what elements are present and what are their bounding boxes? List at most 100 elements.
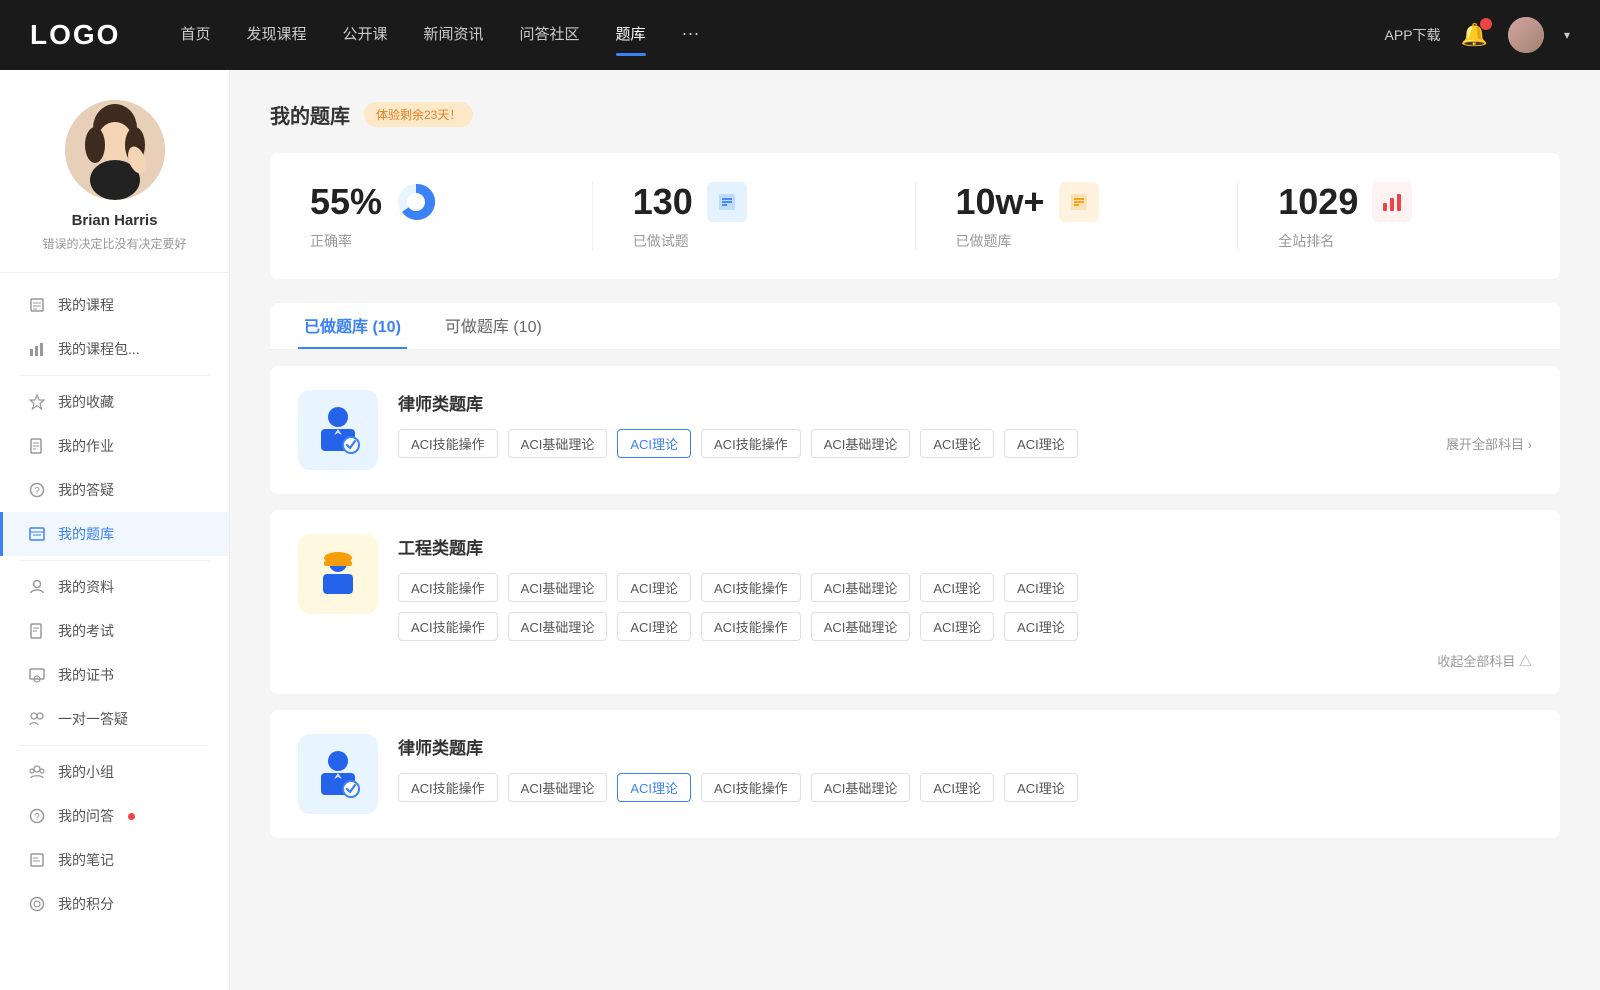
lawyer-bank-icon-2: [298, 734, 378, 814]
user-menu-chevron[interactable]: ▾: [1564, 28, 1570, 42]
stat-done-banks-value-row: 10w+: [956, 181, 1099, 223]
lawyer-tags-row: ACI技能操作 ACI基础理论 ACI理论 ACI技能操作 ACI基础理论 AC…: [398, 429, 1078, 458]
nav-qa[interactable]: 问答社区: [520, 23, 580, 48]
tag-item[interactable]: ACI理论: [1004, 573, 1078, 602]
sidebar-divider-2: [20, 560, 209, 561]
app-download-link[interactable]: APP下载: [1385, 25, 1441, 45]
sidebar-item-myqa[interactable]: ? 我的问答: [0, 794, 229, 838]
tag-item[interactable]: ACI技能操作: [701, 429, 801, 458]
sidebar-item-exam[interactable]: 我的考试: [0, 609, 229, 653]
homework-icon: [28, 437, 46, 455]
tag-item[interactable]: ACI技能操作: [701, 573, 801, 602]
tag-item[interactable]: ACI基础理论: [508, 773, 608, 802]
engineer-tags-row-2: ACI技能操作 ACI基础理论 ACI理论 ACI技能操作 ACI基础理论 AC…: [398, 612, 1532, 641]
tag-item[interactable]: ACI理论: [1004, 773, 1078, 802]
tag-item[interactable]: ACI技能操作: [701, 773, 801, 802]
sidebar-item-course[interactable]: 我的课程: [0, 283, 229, 327]
tag-item[interactable]: ACI理论: [920, 612, 994, 641]
oneone-icon: [28, 710, 46, 728]
notification-badge: [1480, 18, 1492, 30]
tag-item[interactable]: ACI基础理论: [811, 429, 911, 458]
tag-item[interactable]: ACI理论: [617, 612, 691, 641]
tag-item[interactable]: ACI技能操作: [701, 612, 801, 641]
logo[interactable]: LOGO: [30, 19, 120, 51]
tag-item[interactable]: ACI基础理论: [811, 573, 911, 602]
tag-item[interactable]: ACI理论: [1004, 612, 1078, 641]
page-title: 我的题库: [270, 100, 350, 129]
sidebar-item-course-pkg[interactable]: 我的课程包...: [0, 327, 229, 371]
sidebar-item-label: 我的课程包...: [58, 339, 140, 359]
sidebar-item-homework[interactable]: 我的作业: [0, 424, 229, 468]
user-avatar[interactable]: [1508, 17, 1544, 53]
nav-news[interactable]: 新闻资讯: [424, 23, 484, 48]
tag-item[interactable]: ACI理论: [617, 573, 691, 602]
notification-bell[interactable]: 🔔: [1461, 22, 1488, 48]
qbank-card-lawyer-1: 律师类题库 ACI技能操作 ACI基础理论 ACI理论 ACI技能操作 ACI基…: [270, 366, 1560, 494]
sidebar-item-oneone[interactable]: 一对一答疑: [0, 697, 229, 741]
qbank-card-lawyer-2: 律师类题库 ACI技能操作 ACI基础理论 ACI理论 ACI技能操作 ACI基…: [270, 710, 1560, 838]
accuracy-label: 正确率: [310, 231, 352, 251]
tag-item[interactable]: ACI理论: [920, 573, 994, 602]
sidebar-divider: [20, 375, 209, 376]
nav-discover[interactable]: 发现课程: [246, 23, 306, 48]
tag-item[interactable]: ACI基础理论: [508, 573, 608, 602]
tag-item[interactable]: ACI理论: [920, 429, 994, 458]
nav-more[interactable]: ···: [682, 23, 700, 48]
tag-item[interactable]: ACI技能操作: [398, 429, 498, 458]
sidebar-item-qa[interactable]: ? 我的答疑: [0, 468, 229, 512]
sidebar-item-label: 我的积分: [58, 894, 114, 914]
sidebar-item-points[interactable]: 我的积分: [0, 882, 229, 926]
points-icon: [28, 895, 46, 913]
sidebar-item-certificate[interactable]: 我的证书: [0, 653, 229, 697]
tag-item[interactable]: ACI理论: [1004, 429, 1078, 458]
sidebar-profile: Brian Harris 错误的决定比没有决定要好: [0, 100, 229, 273]
sidebar-item-group[interactable]: 我的小组: [0, 750, 229, 794]
sidebar-item-label: 我的作业: [58, 436, 114, 456]
tag-item-active[interactable]: ACI理论: [617, 429, 691, 458]
sidebar-item-profile[interactable]: 我的资料: [0, 565, 229, 609]
sidebar-item-label: 我的考试: [58, 621, 114, 641]
sidebar-item-notes[interactable]: 我的笔记: [0, 838, 229, 882]
stat-accuracy: 55% 正确率: [270, 181, 593, 251]
nav-opencourse[interactable]: 公开课: [342, 23, 387, 48]
lawyer-svg-icon: [311, 403, 365, 457]
tab-available-banks[interactable]: 可做题库 (10): [439, 303, 548, 349]
profile-avatar: [65, 100, 165, 200]
nav-right: APP下载 🔔 ▾: [1385, 17, 1570, 53]
sidebar: Brian Harris 错误的决定比没有决定要好 我的课程 我的课程包...: [0, 70, 230, 990]
rank-value: 1029: [1278, 181, 1358, 223]
tag-item[interactable]: ACI基础理论: [508, 612, 608, 641]
trial-badge: 体验剩余23天！: [364, 102, 473, 127]
tag-item[interactable]: ACI理论: [920, 773, 994, 802]
tag-item[interactable]: ACI技能操作: [398, 773, 498, 802]
done-banks-label: 已做题库: [956, 231, 1012, 251]
tag-item[interactable]: ACI基础理论: [508, 429, 608, 458]
tag-item[interactable]: ACI基础理论: [811, 773, 911, 802]
tag-item[interactable]: ACI技能操作: [398, 612, 498, 641]
profile-icon: [28, 578, 46, 596]
nav-questionbank[interactable]: 题库: [616, 23, 646, 48]
nav-home[interactable]: 首页: [180, 23, 210, 48]
stats-row: 55% 正确率 130: [270, 153, 1560, 279]
group-icon: [28, 763, 46, 781]
tab-done-banks[interactable]: 已做题库 (10): [298, 303, 407, 349]
sidebar-item-label: 我的答疑: [58, 480, 114, 500]
nav-links: 首页 发现课程 公开课 新闻资讯 问答社区 题库 ···: [180, 23, 1384, 48]
collapse-link[interactable]: 收起全部科目 △: [1437, 651, 1532, 670]
sidebar-item-collect[interactable]: 我的收藏: [0, 380, 229, 424]
page-header: 我的题库 体验剩余23天！: [270, 100, 1560, 129]
sidebar-item-qbank[interactable]: 我的题库: [0, 512, 229, 556]
stat-rank-value-row: 1029: [1278, 181, 1412, 223]
lawyer2-tags-row: ACI技能操作 ACI基础理论 ACI理论 ACI技能操作 ACI基础理论 AC…: [398, 773, 1078, 802]
expand-link[interactable]: 展开全部科目 ›: [1446, 434, 1532, 453]
qbank-card-inner: 律师类题库 ACI技能操作 ACI基础理论 ACI理论 ACI技能操作 ACI基…: [298, 734, 1532, 814]
sidebar-item-label: 我的证书: [58, 665, 114, 685]
qbank-body: 律师类题库 ACI技能操作 ACI基础理论 ACI理论 ACI技能操作 ACI基…: [398, 390, 1532, 458]
tag-item[interactable]: ACI基础理论: [811, 612, 911, 641]
collapse-row: 收起全部科目 △: [398, 651, 1532, 670]
engineer-svg-icon: [311, 547, 365, 601]
top-navigation: LOGO 首页 发现课程 公开课 新闻资讯 问答社区 题库 ··· APP下载 …: [0, 0, 1600, 70]
rank-label: 全站排名: [1278, 231, 1334, 251]
tag-item[interactable]: ACI技能操作: [398, 573, 498, 602]
tag-item-active[interactable]: ACI理论: [617, 773, 691, 802]
